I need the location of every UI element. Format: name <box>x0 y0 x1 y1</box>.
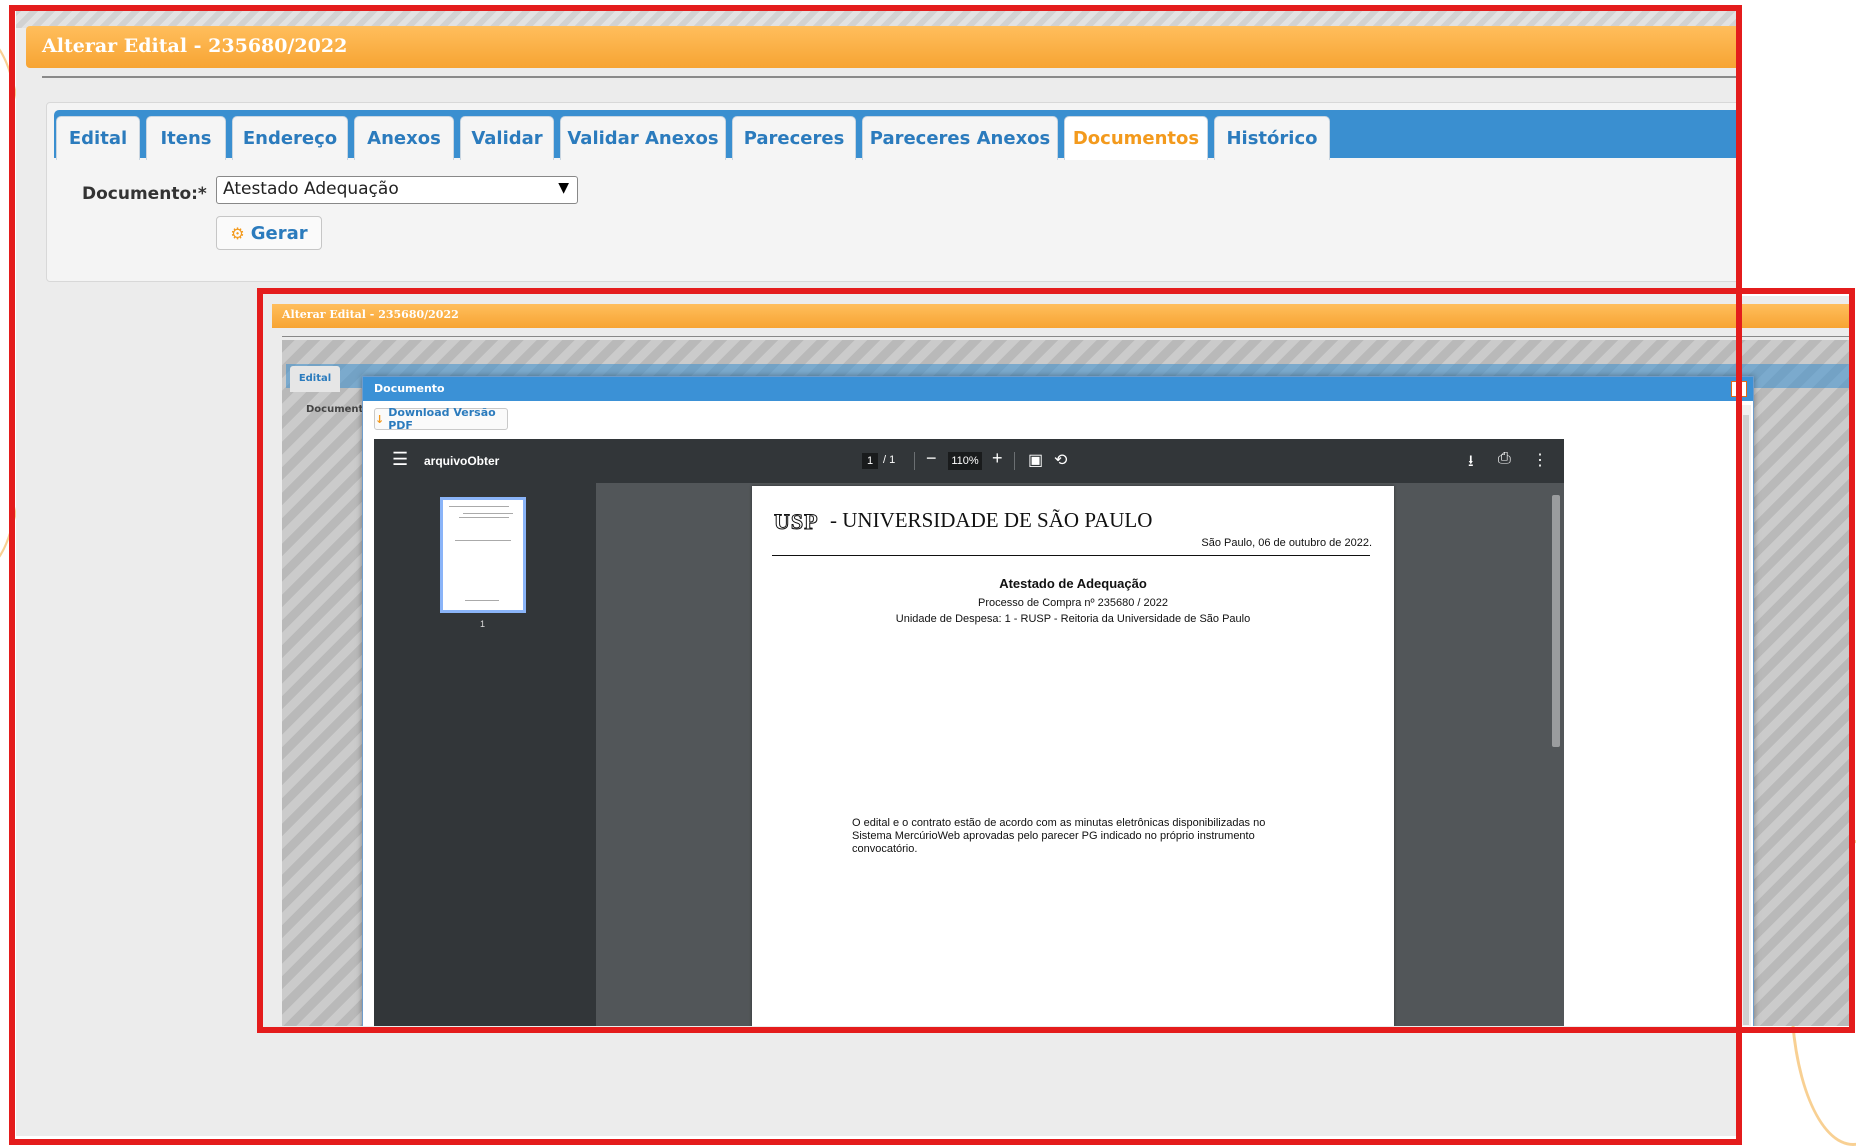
gear-icon: ⚙ <box>230 223 245 243</box>
download-icon[interactable]: ⭳ <box>1468 450 1474 477</box>
tab-validar[interactable]: Validar <box>460 116 554 160</box>
thumbnail-line <box>463 513 513 514</box>
university-name: - UNIVERSIDADE DE SÃO PAULO <box>830 508 1153 532</box>
tab-edital[interactable]: Edital <box>56 116 140 160</box>
toolbar-divider <box>914 452 915 470</box>
tab-itens[interactable]: Itens <box>146 116 226 160</box>
zoom-out-icon[interactable]: − <box>926 448 937 469</box>
inner-tab-edital[interactable]: Edital <box>290 366 340 392</box>
tab-validar-anexos[interactable]: Validar Anexos <box>560 116 726 160</box>
rotate-icon[interactable]: ⟲ <box>1054 450 1067 470</box>
viewer-scrollbar[interactable] <box>1550 487 1560 1026</box>
viewer-scrollbar-thumb[interactable] <box>1552 495 1560 747</box>
tab-endereco[interactable]: Endereço <box>232 116 348 160</box>
tab-historico[interactable]: Histórico <box>1214 116 1330 160</box>
process-number: Processo de Compra nº 235680 / 2022 <box>978 597 1168 609</box>
documento-modal: Documento × ↓ Download Versão PDF ☰ arqu… <box>362 376 1754 1026</box>
modal-header: Documento × <box>363 377 1753 401</box>
thumbnail-page-number: 1 <box>480 619 486 629</box>
tab-pareceres-anexos[interactable]: Pareceres Anexos <box>862 116 1058 160</box>
inner-screen: Alterar Edital - 235680/2022 Edital Docu… <box>262 296 1850 1026</box>
window-title-bar: Alterar Edital - 235680/2022 <box>26 26 1736 68</box>
document-title: Atestado de Adequação <box>999 576 1147 591</box>
inner-title: Alterar Edital - 235680/2022 <box>282 308 459 321</box>
thumbnail-line <box>459 517 509 518</box>
documento-label: Documento:* <box>82 184 207 204</box>
gerar-button[interactable]: ⚙ Gerar <box>216 216 322 250</box>
inner-title-bar: Alterar Edital - 235680/2022 <box>272 304 1850 328</box>
download-arrow-icon: ↓ <box>375 412 385 426</box>
toolbar-divider <box>1014 452 1015 470</box>
inner-documento-label: Document <box>306 404 364 415</box>
thumbnail-line <box>465 600 499 601</box>
inner-title-divider <box>282 336 1850 337</box>
tab-documentos[interactable]: Documentos <box>1064 116 1208 160</box>
header-divider <box>772 555 1370 556</box>
thumbnail-sidebar: 1 <box>374 483 596 1026</box>
expense-unit: Unidade de Despesa: 1 - RUSP - Reitoria … <box>895 613 1251 625</box>
close-icon[interactable]: × <box>1731 381 1747 397</box>
documento-select[interactable]: Atestado Adequação ▼ <box>216 176 578 204</box>
document-body: O edital e o contrato estão de acordo co… <box>852 817 1266 855</box>
print-icon[interactable]: ⎙ <box>1498 450 1511 468</box>
hamburger-icon[interactable]: ☰ <box>392 449 408 470</box>
gerar-button-label: Gerar <box>250 222 308 244</box>
window-title: Alterar Edital - 235680/2022 <box>42 35 348 57</box>
fit-page-icon[interactable]: ▣ <box>1028 450 1043 470</box>
thumbnail-line <box>455 540 511 541</box>
more-vert-icon[interactable]: ⋮ <box>1532 450 1548 470</box>
tab-pareceres[interactable]: Pareceres <box>732 116 856 160</box>
viewer-file-name: arquivoObter <box>424 454 500 468</box>
page-thumbnail[interactable] <box>440 497 526 613</box>
download-pdf-button[interactable]: ↓ Download Versão PDF <box>374 406 508 432</box>
modal-scrollbar-thumb[interactable] <box>1743 415 1749 1025</box>
chevron-down-icon: ▼ <box>558 180 569 196</box>
documento-select-value: Atestado Adequação <box>223 179 399 199</box>
zoom-level[interactable]: 110% <box>948 452 982 470</box>
modal-scrollbar[interactable] <box>1741 405 1751 1026</box>
zoom-in-icon[interactable]: + <box>992 448 1003 469</box>
document-date: São Paulo, 06 de outubro de 2022. <box>1201 537 1372 549</box>
pdf-viewer: ☰ arquivoObter 1 / 1 − 110% + ▣ ⟲ ⭳ ⎙ ⋮ <box>374 439 1564 1026</box>
usp-logo: USP <box>774 509 819 535</box>
page-total: / 1 <box>883 454 896 466</box>
download-pdf-label: Download Versão PDF <box>388 406 496 432</box>
title-divider <box>42 76 1736 78</box>
page-number-input[interactable]: 1 <box>862 453 878 469</box>
thumbnail-line <box>449 506 509 507</box>
viewer-toolbar: ☰ arquivoObter 1 / 1 − 110% + ▣ ⟲ ⭳ ⎙ ⋮ <box>374 439 1564 483</box>
hatch-strip <box>16 8 1736 28</box>
tab-anexos[interactable]: Anexos <box>354 116 454 160</box>
modal-title: Documento <box>374 382 445 395</box>
pdf-page: USP - UNIVERSIDADE DE SÃO PAULO São Paul… <box>752 486 1394 1026</box>
